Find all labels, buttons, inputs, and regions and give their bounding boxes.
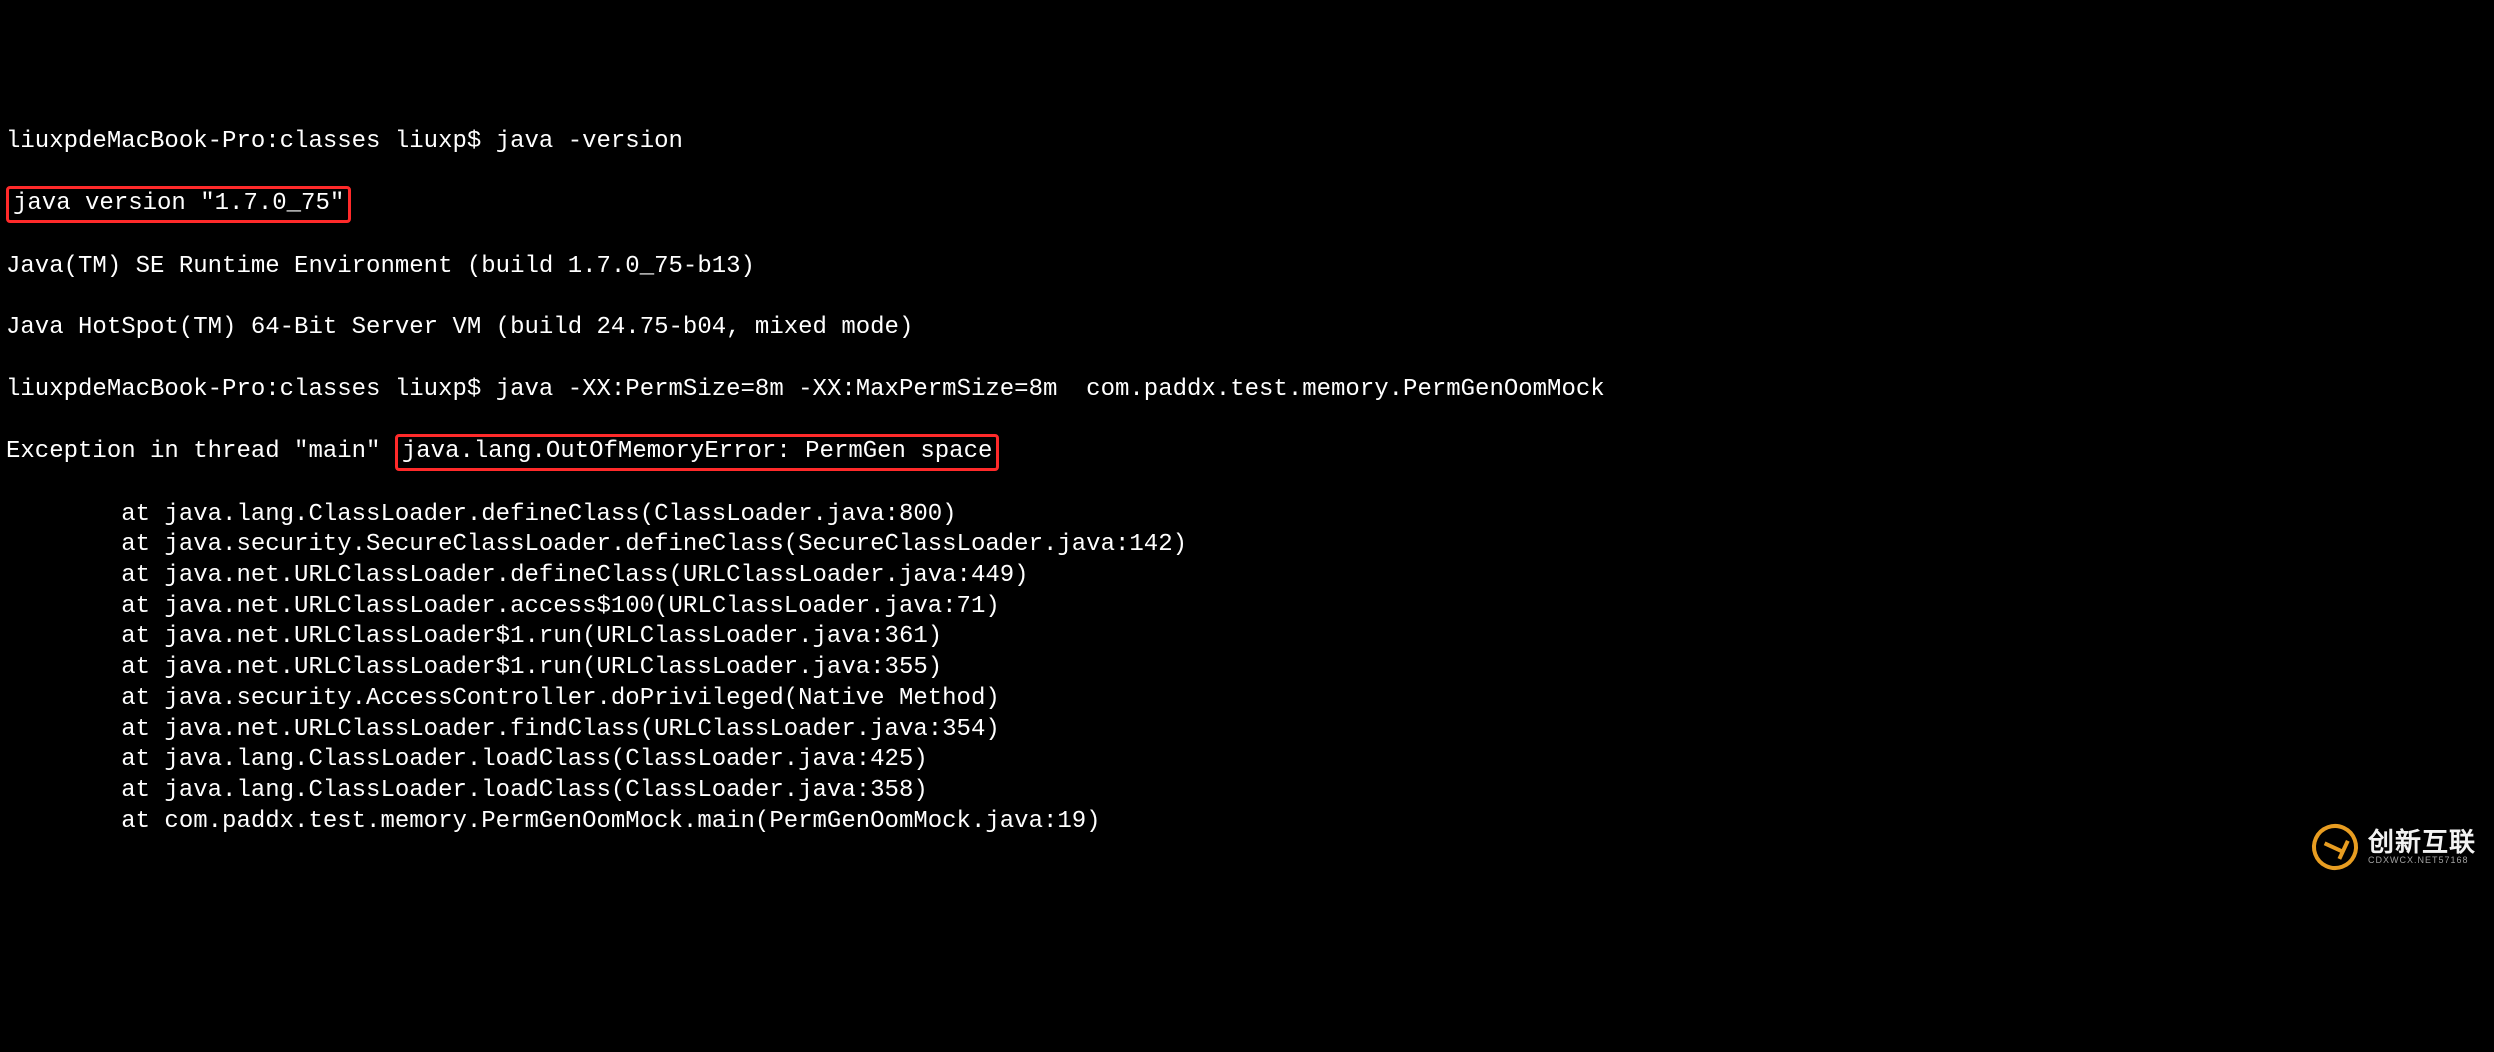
stack-trace: at java.lang.ClassLoader.defineClass(Cla…	[6, 500, 2488, 838]
highlight-box-version: java version "1.7.0_75"	[6, 186, 351, 223]
command-text: java -version	[496, 128, 683, 155]
stack-line: at java.security.SecureClassLoader.defin…	[6, 530, 2488, 561]
stack-line: at java.net.URLClassLoader$1.run(URLClas…	[6, 622, 2488, 653]
stack-line: at java.lang.ClassLoader.loadClass(Class…	[6, 776, 2488, 807]
highlight-box-error: java.lang.OutOfMemoryError: PermGen spac…	[395, 434, 1000, 471]
prompt: liuxpdeMacBook-Pro:classes liuxp$	[6, 376, 496, 403]
terminal-line-exception: Exception in thread "main" java.lang.Out…	[6, 436, 2488, 469]
exception-prefix: Exception in thread "main"	[6, 438, 395, 465]
watermark: 创新互联 CDXWCX.NET57168	[2312, 824, 2476, 870]
watermark-text: 创新互联 CDXWCX.NET57168	[2368, 829, 2476, 866]
watermark-sub: CDXWCX.NET57168	[2368, 856, 2476, 865]
stack-line: at java.net.URLClassLoader$1.run(URLClas…	[6, 653, 2488, 684]
terminal-line-cmd2: liuxpdeMacBook-Pro:classes liuxp$ java -…	[6, 375, 2488, 406]
stack-line: at java.lang.ClassLoader.loadClass(Class…	[6, 745, 2488, 776]
stack-line: at java.lang.ClassLoader.defineClass(Cla…	[6, 500, 2488, 531]
watermark-logo-icon	[2304, 816, 2365, 877]
terminal-line-runtime: Java(TM) SE Runtime Environment (build 1…	[6, 252, 2488, 283]
watermark-main: 创新互联	[2368, 829, 2476, 856]
terminal-line-version: java version "1.7.0_75"	[6, 188, 2488, 221]
command-text: java -XX:PermSize=8m -XX:MaxPermSize=8m …	[496, 376, 1605, 403]
terminal-line-hotspot: Java HotSpot(TM) 64-Bit Server VM (build…	[6, 313, 2488, 344]
stack-line: at java.security.AccessController.doPriv…	[6, 684, 2488, 715]
stack-line: at java.net.URLClassLoader.access$100(UR…	[6, 592, 2488, 623]
stack-line: at java.net.URLClassLoader.defineClass(U…	[6, 561, 2488, 592]
prompt: liuxpdeMacBook-Pro:classes liuxp$	[6, 128, 496, 155]
terminal-line-cmd1: liuxpdeMacBook-Pro:classes liuxp$ java -…	[6, 127, 2488, 158]
stack-line: at com.paddx.test.memory.PermGenOomMock.…	[6, 807, 2488, 838]
stack-line: at java.net.URLClassLoader.findClass(URL…	[6, 715, 2488, 746]
